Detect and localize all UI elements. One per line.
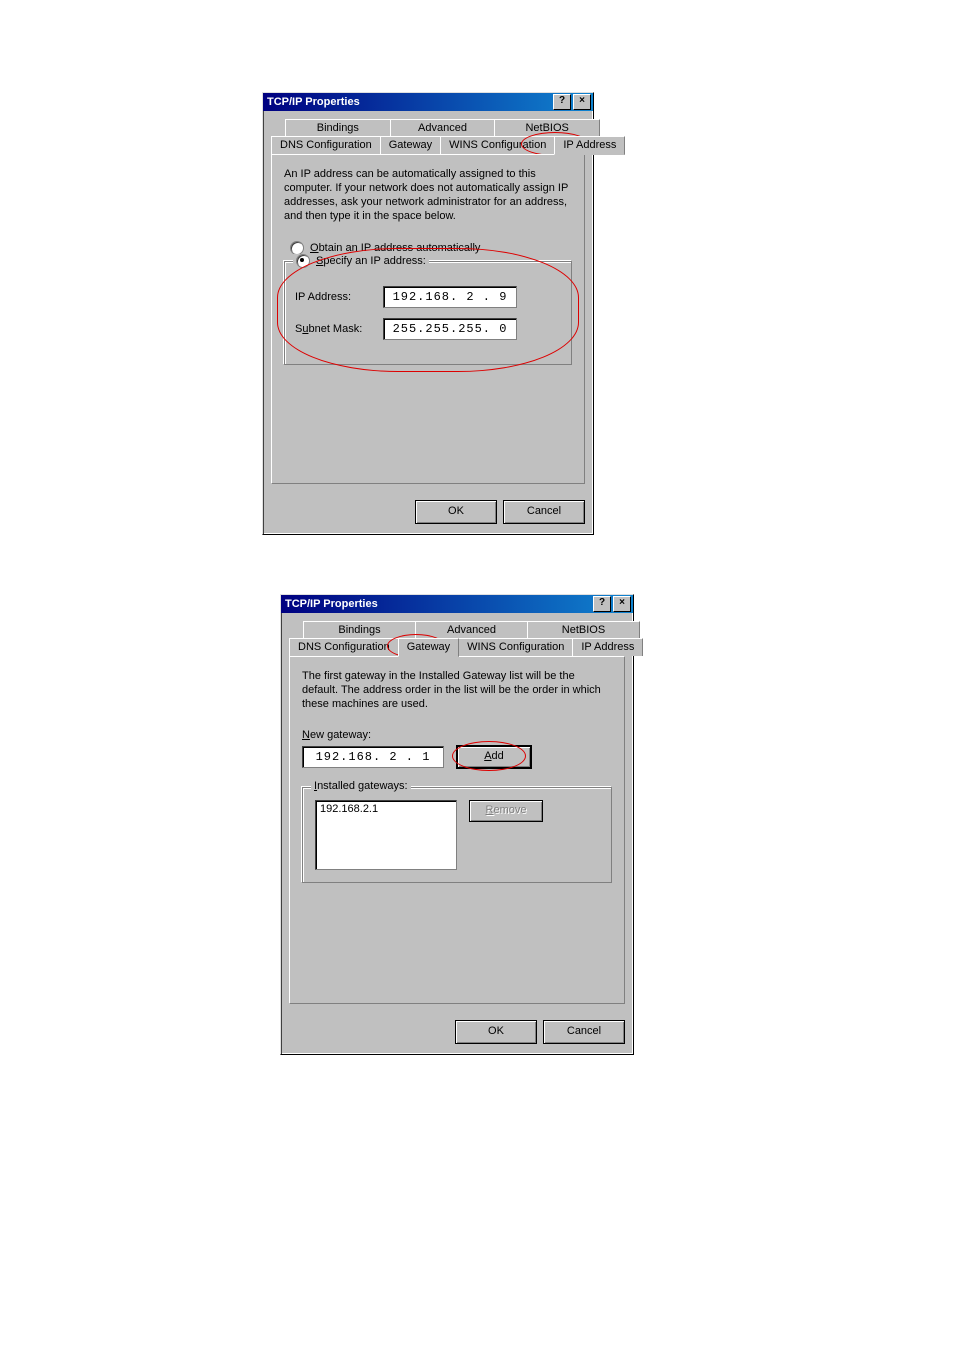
tab-ip-address[interactable]: IP Address — [554, 136, 625, 155]
ip-address-input[interactable]: 192.168. 2 . 9 — [383, 286, 517, 308]
titlebar[interactable]: TCP/IP Properties ? × — [281, 595, 633, 613]
help-button[interactable]: ? — [553, 94, 571, 110]
remove-button: Remove — [469, 800, 543, 822]
subnet-mask-label: Subnet Mask: — [295, 323, 373, 335]
specify-ip-group: Specify an IP address: IP Address: 192.1… — [284, 261, 572, 365]
new-gateway-label: New gateway: — [302, 729, 612, 741]
cancel-button[interactable]: Cancel — [543, 1020, 625, 1044]
close-button[interactable]: × — [613, 596, 631, 612]
installed-gateways-label: Installed gateways: — [314, 780, 408, 792]
tab-wins-configuration[interactable]: WINS Configuration — [458, 638, 573, 656]
ip-address-label: IP Address: — [295, 291, 373, 303]
tab-body-gateway: The first gateway in the Installed Gatew… — [289, 656, 625, 1004]
radio-icon — [296, 254, 310, 268]
help-button[interactable]: ? — [593, 596, 611, 612]
list-item[interactable]: 192.168.2.1 — [320, 803, 452, 815]
tab-ip-address[interactable]: IP Address — [572, 638, 643, 656]
cancel-button[interactable]: Cancel — [503, 500, 585, 524]
tab-advanced[interactable]: Advanced — [415, 621, 528, 638]
close-button[interactable]: × — [573, 94, 591, 110]
new-gateway-input[interactable]: 192.168. 2 . 1 — [302, 746, 444, 768]
window-title: TCP/IP Properties — [267, 96, 553, 108]
radio-icon — [290, 241, 304, 255]
ok-button[interactable]: OK — [415, 500, 497, 524]
tcpip-properties-dialog-ip: TCP/IP Properties ? × Bindings Advanced … — [262, 92, 594, 535]
tab-dns-configuration[interactable]: DNS Configuration — [271, 136, 381, 154]
tab-body-ip-address: An IP address can be automatically assig… — [271, 154, 585, 484]
installed-gateways-list[interactable]: 192.168.2.1 — [315, 800, 457, 870]
ok-button[interactable]: OK — [455, 1020, 537, 1044]
tcpip-properties-dialog-gateway: TCP/IP Properties ? × Bindings Advanced … — [280, 594, 634, 1055]
radio-obtain-label: Obtain an IP address automatically — [310, 242, 480, 254]
add-button[interactable]: Add — [456, 745, 532, 769]
tab-netbios[interactable]: NetBIOS — [494, 119, 600, 136]
gateway-description-text: The first gateway in the Installed Gatew… — [302, 669, 612, 711]
tab-advanced[interactable]: Advanced — [390, 119, 496, 136]
ip-description-text: An IP address can be automatically assig… — [284, 167, 572, 223]
subnet-mask-input[interactable]: 255.255.255. 0 — [383, 318, 517, 340]
tab-gateway[interactable]: Gateway — [398, 638, 459, 657]
radio-specify-label: Specify an IP address: — [316, 255, 426, 267]
tab-bindings[interactable]: Bindings — [303, 621, 416, 638]
tab-dns-configuration[interactable]: DNS Configuration — [289, 638, 399, 656]
installed-gateways-group: Installed gateways: 192.168.2.1 Remove — [302, 787, 612, 883]
tab-netbios[interactable]: NetBIOS — [527, 621, 640, 638]
window-title: TCP/IP Properties — [285, 598, 593, 610]
tab-gateway[interactable]: Gateway — [380, 136, 441, 154]
radio-specify-ip[interactable]: Specify an IP address: — [293, 254, 429, 268]
radio-obtain-auto[interactable]: Obtain an IP address automatically — [290, 241, 572, 255]
tab-bindings[interactable]: Bindings — [285, 119, 391, 136]
titlebar[interactable]: TCP/IP Properties ? × — [263, 93, 593, 111]
tab-wins-configuration[interactable]: WINS Configuration — [440, 136, 555, 154]
